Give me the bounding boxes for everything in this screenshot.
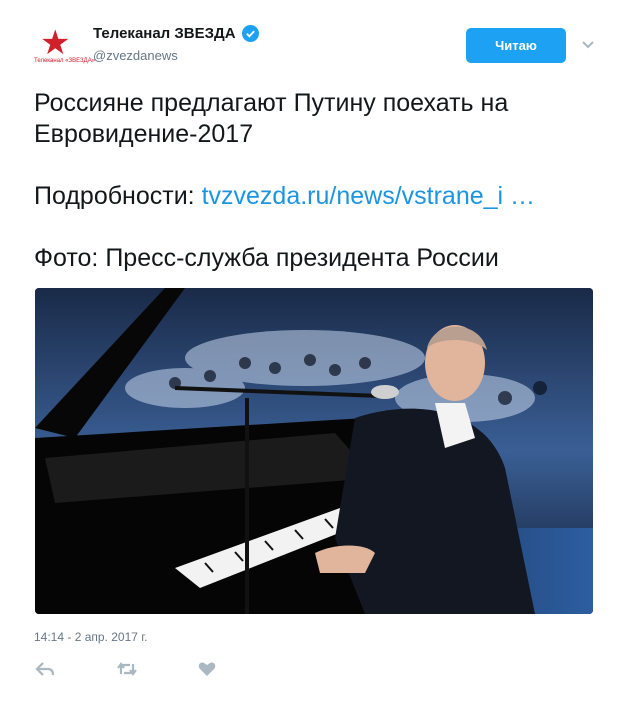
verified-badge-icon — [241, 25, 259, 42]
account-display-name[interactable]: Телеканал ЗВЕЗДА — [93, 25, 236, 42]
details-link[interactable]: tvzvezda.ru/news/vstrane_i … — [202, 182, 535, 210]
tweet-headline: Россияне предлагают Путину поехать на Ев… — [34, 89, 509, 148]
photo-credit: Фото: Пресс-служба президента России — [34, 244, 499, 272]
account-handle[interactable]: @zvezdanews — [93, 48, 178, 63]
tweet-card: ★ Телеканал «ЗВЕЗДА» Телеканал ЗВЕЗДА @z… — [0, 0, 631, 706]
account-avatar[interactable]: ★ Телеканал «ЗВЕЗДА» — [34, 24, 96, 70]
tweet-text: Россияне предлагают Путину поехать на Ев… — [34, 88, 604, 274]
following-button[interactable]: Читаю — [466, 28, 566, 63]
tweet-details-line: Подробности: tvzvezda.ru/news/vstrane_i … — [34, 181, 604, 212]
account-name-row[interactable]: Телеканал ЗВЕЗДА — [93, 25, 259, 42]
tweet-timestamp[interactable]: 14:14 - 2 апр. 2017 г. — [34, 630, 148, 644]
red-star-logo-icon: ★ — [40, 24, 71, 62]
chevron-down-icon[interactable] — [580, 38, 596, 52]
retweet-icon[interactable] — [116, 660, 138, 678]
reply-icon[interactable] — [34, 660, 56, 678]
avatar-logo-text: Телеканал «ЗВЕЗДА» — [34, 58, 96, 64]
tweet-photo[interactable] — [35, 288, 593, 614]
like-icon[interactable] — [196, 660, 218, 678]
details-label: Подробности: — [34, 182, 202, 210]
